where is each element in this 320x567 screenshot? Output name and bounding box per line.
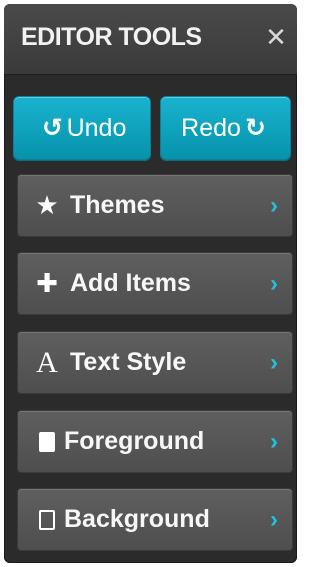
menu-item-label: Text Style: [70, 348, 187, 376]
chevron-right-icon: ›: [270, 269, 278, 297]
close-button[interactable]: ✕: [263, 22, 289, 52]
menu-item-themes[interactable]: ★ Themes ›: [17, 174, 293, 237]
redo-button[interactable]: Redo ↻: [160, 96, 291, 160]
background-icon: [30, 489, 64, 550]
redo-label: Redo: [181, 113, 241, 142]
undo-icon: ↻: [41, 114, 63, 142]
menu-item-label: Background: [64, 505, 210, 533]
menu-item-label: Themes: [70, 191, 165, 219]
close-icon: ✕: [265, 21, 287, 52]
menu-item-text-style[interactable]: A Text Style ›: [17, 331, 293, 394]
text-style-icon: A: [36, 345, 58, 379]
redo-icon: ↻: [244, 114, 266, 142]
foreground-icon: [30, 411, 64, 472]
menu-item-label: Foreground: [64, 427, 205, 455]
undo-button[interactable]: ↻ Undo: [13, 96, 151, 160]
chevron-right-icon: ›: [270, 505, 278, 533]
plus-icon: ✚: [36, 268, 58, 298]
menu-item-label: Add Items: [70, 269, 191, 297]
chevron-right-icon: ›: [270, 191, 278, 219]
editor-tools-panel: EDITOR TOOLS ✕ ↻ Undo Redo ↻ ★ Themes › …: [4, 4, 297, 563]
star-icon: ★: [35, 190, 59, 220]
undo-label: Undo: [66, 113, 127, 142]
panel-header: EDITOR TOOLS ✕: [4, 4, 297, 75]
chevron-right-icon: ›: [270, 348, 278, 376]
menu-item-add-items[interactable]: ✚ Add Items ›: [17, 252, 293, 315]
menu-item-foreground[interactable]: Foreground ›: [17, 410, 293, 473]
menu-item-background[interactable]: Background ›: [17, 488, 293, 551]
chevron-right-icon: ›: [270, 427, 278, 455]
panel-title: EDITOR TOOLS: [21, 23, 202, 51]
